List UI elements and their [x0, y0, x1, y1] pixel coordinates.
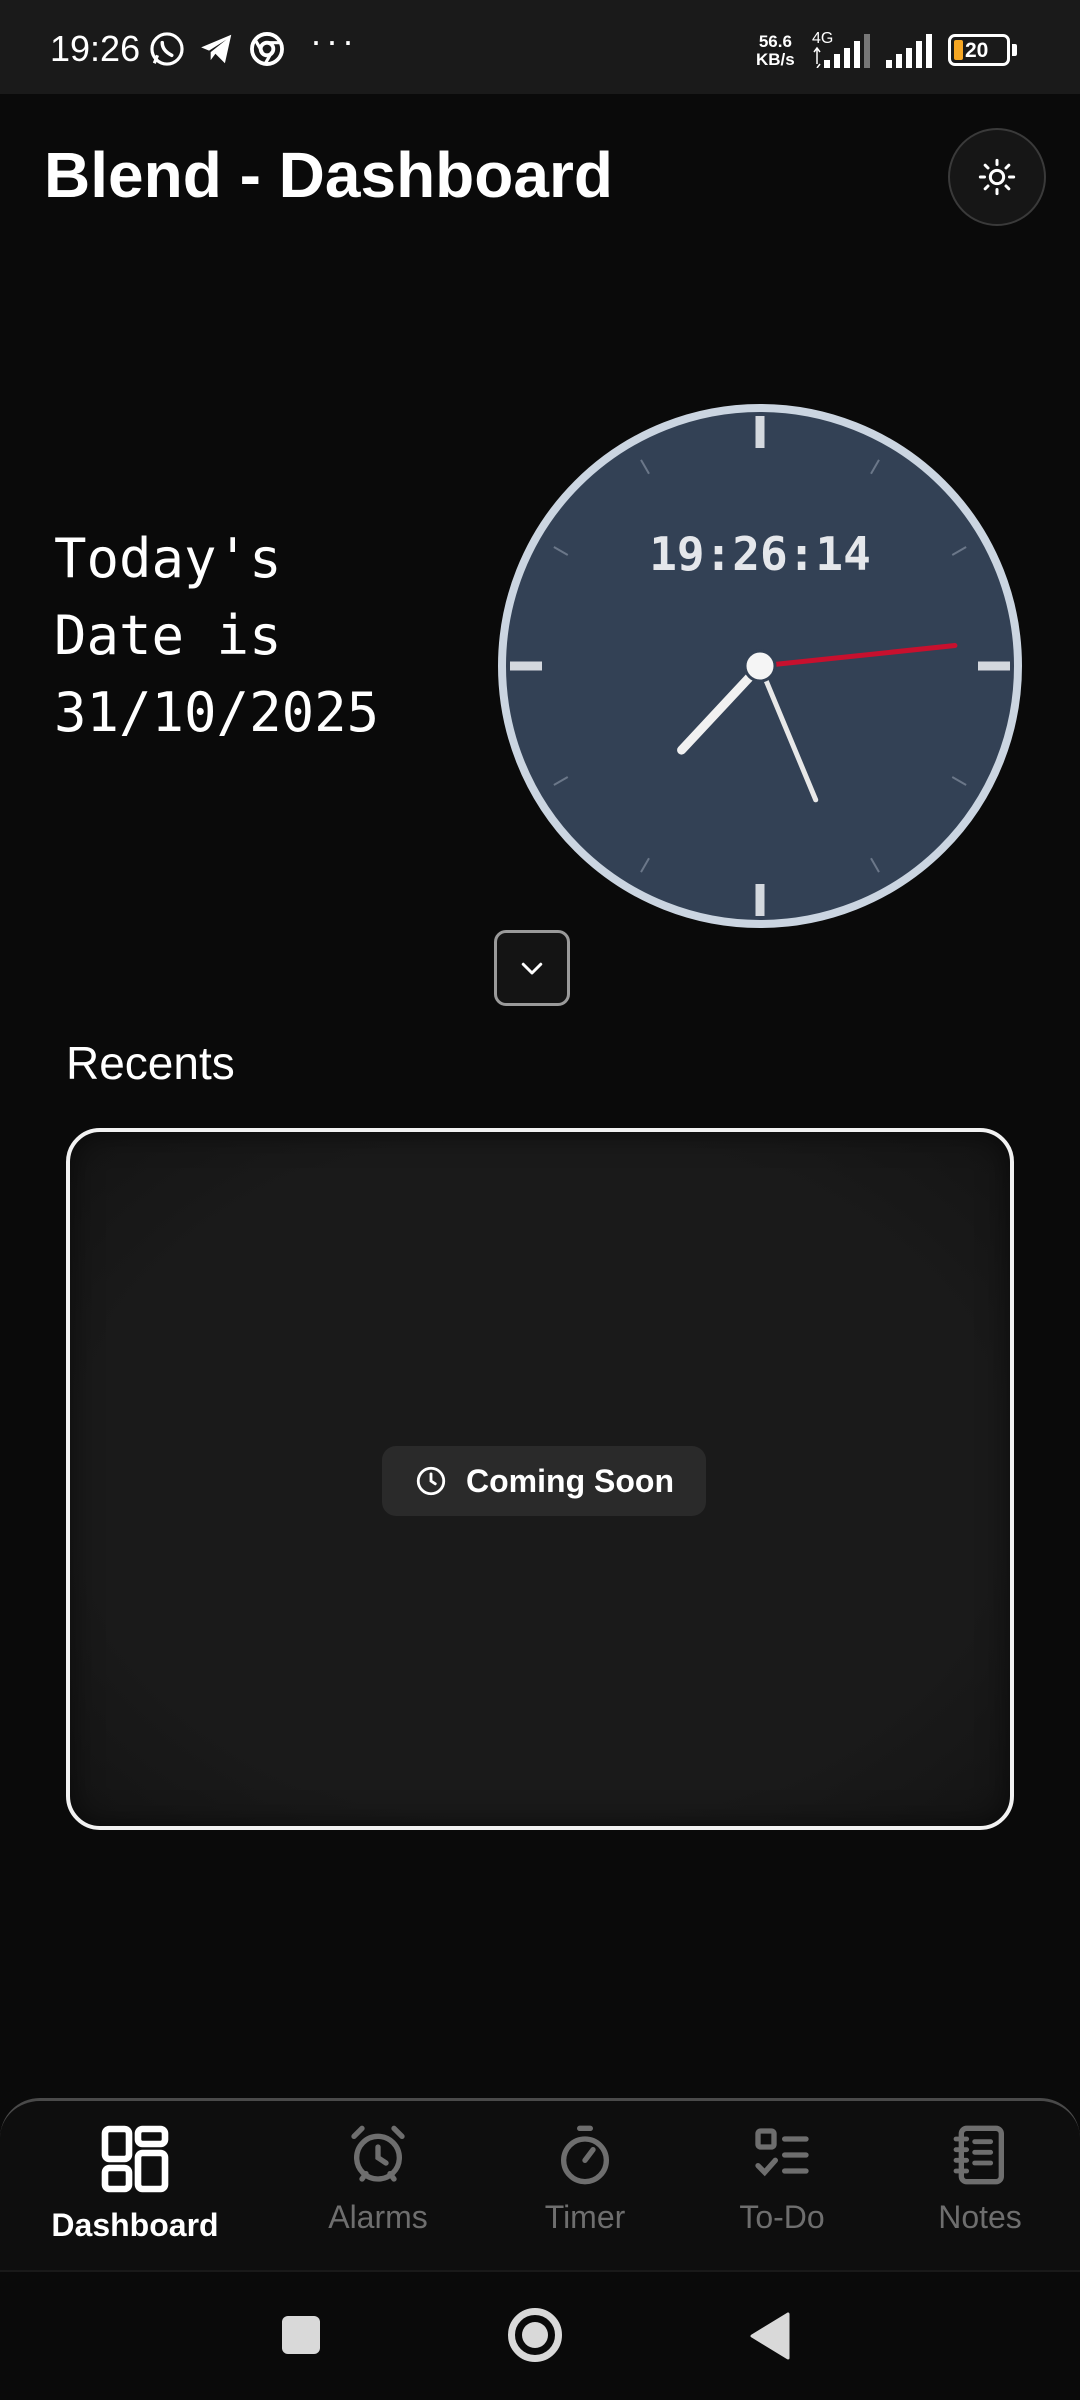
digital-time: 19:26:14: [649, 527, 871, 581]
battery-tip: [1012, 44, 1017, 56]
battery-level: 20: [965, 39, 989, 62]
page-title: Blend - Dashboard: [44, 139, 613, 211]
analog-clock: 19:26:14: [494, 400, 1026, 932]
alarm-icon: [351, 2125, 405, 2182]
expand-button[interactable]: [494, 930, 570, 1006]
system-nav-bar: [0, 2270, 1080, 2400]
nav-label-dashboard: Dashboard: [51, 2207, 219, 2243]
recents-heading: Recents: [66, 1037, 235, 1089]
todo-icon: [755, 2128, 809, 2177]
timer-icon: [561, 2125, 609, 2185]
recents-card: Coming Soon: [66, 1128, 1014, 1830]
nav-item-todo[interactable]: To-Do: [692, 2123, 872, 2236]
nav-label-alarms: Alarms: [328, 2199, 428, 2235]
clock-icon: [416, 1466, 446, 1496]
theme-toggle-button[interactable]: [948, 128, 1046, 226]
date-line-1: Today's: [54, 527, 282, 590]
date-line-3: 31/10/2025: [54, 681, 380, 744]
net-speed: 56.6 KB/s: [756, 32, 795, 69]
date-line-2: Date is: [54, 604, 282, 667]
nav-label-notes: Notes: [938, 2199, 1022, 2235]
more-icon: ···: [310, 20, 358, 61]
nav-item-dashboard[interactable]: Dashboard: [45, 2123, 225, 2244]
coming-soon-label: Coming Soon: [466, 1462, 674, 1499]
nav-item-notes[interactable]: Notes: [890, 2123, 1070, 2236]
nav-item-alarms[interactable]: Alarms: [288, 2123, 468, 2236]
signal-icon: [886, 34, 932, 68]
nav-label-timer: Timer: [544, 2199, 626, 2235]
bottom-nav: Dashboard Alarms Timer To-Do Notes: [0, 2098, 1080, 2270]
nav-label-todo: To-Do: [739, 2199, 825, 2235]
recents-square-icon[interactable]: [282, 2316, 320, 2354]
sun-icon: [978, 158, 1016, 196]
chevron-down-icon: [521, 962, 543, 975]
whatsapp-icon: [150, 32, 184, 66]
telegram-icon: [201, 34, 232, 64]
status-time: 19:26: [50, 28, 141, 69]
nav-item-timer[interactable]: Timer: [495, 2123, 675, 2236]
date-text: Today's Date is 31/10/2025: [54, 520, 474, 751]
status-bar: 19:26 ··· 56.6 KB/s 4G 20: [0, 0, 1080, 94]
battery-icon: 20: [948, 34, 1010, 66]
clock-face: 19:26:14: [498, 404, 1022, 928]
back-triangle-icon[interactable]: [748, 2312, 790, 2360]
signal-icon: [813, 34, 870, 68]
coming-soon-badge: Coming Soon: [382, 1446, 706, 1516]
chrome-icon: [250, 32, 284, 66]
home-circle-icon[interactable]: [508, 2308, 562, 2362]
notes-icon: [953, 2125, 1004, 2185]
dashboard-icon: [101, 2125, 169, 2193]
clock-center: [743, 649, 777, 683]
